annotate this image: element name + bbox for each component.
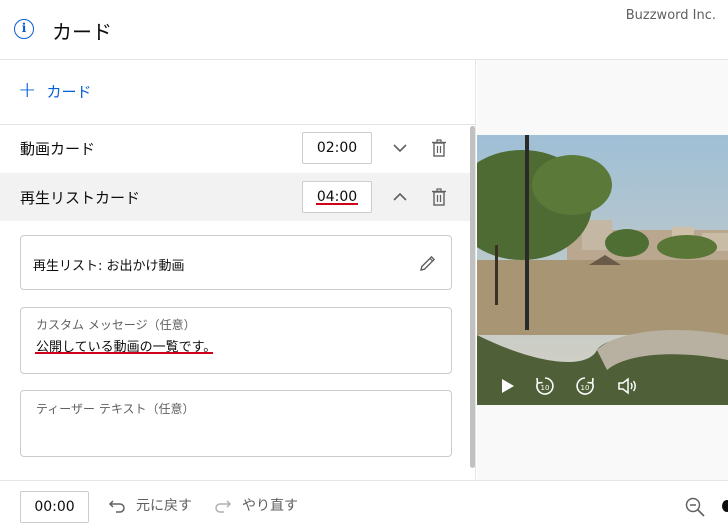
playlist-select-field[interactable]: 再生リスト: お出かけ動画 (20, 235, 452, 290)
teaser-text-placeholder: ティーザー テキスト（任意） (36, 402, 195, 416)
card-time-input[interactable]: 04:00 (302, 181, 372, 213)
undo-label: 元に戻す (136, 498, 192, 514)
chevron-down-icon[interactable] (390, 138, 410, 158)
video-preview[interactable] (477, 135, 728, 405)
redo-label: やり直す (242, 498, 298, 514)
play-icon[interactable] (495, 374, 519, 398)
watermark: Buzzword Inc. (625, 8, 716, 23)
footer-bar: 00:00 元に戻す やり直す (0, 480, 728, 530)
svg-text:10: 10 (541, 384, 550, 392)
playlist-label: 再生リスト: お出かけ動画 (33, 259, 185, 274)
volume-icon[interactable] (615, 374, 639, 398)
card-label: 動画カード (20, 139, 96, 158)
scrollbar[interactable] (470, 126, 475, 468)
card-row-playlist[interactable]: 再生リストカード 04:00 (0, 173, 472, 221)
svg-text:10: 10 (581, 384, 590, 392)
video-controls: 10 10 (477, 368, 728, 404)
pencil-icon[interactable] (417, 252, 439, 274)
rewind-10-icon[interactable]: 10 (533, 374, 557, 398)
card-label: 再生リストカード (20, 188, 141, 207)
redo-icon (215, 500, 232, 513)
delete-icon[interactable] (431, 139, 447, 157)
undo-icon (108, 500, 125, 513)
header-bar: i カード Buzzword Inc. (0, 0, 728, 60)
forward-10-icon[interactable]: 10 (573, 374, 597, 398)
plus-icon: + (18, 78, 37, 103)
highlight-underline (35, 352, 213, 354)
add-card-button[interactable]: + カード (18, 80, 91, 102)
zoom-out-icon[interactable] (684, 496, 706, 518)
redo-button[interactable]: やり直す (214, 495, 298, 515)
timeline-time-input[interactable]: 00:00 (20, 491, 89, 523)
card-time-input[interactable]: 02:00 (302, 132, 372, 164)
custom-message-placeholder: カスタム メッセージ（任意） (36, 318, 196, 332)
delete-icon[interactable] (431, 188, 447, 206)
add-card-label: カード (46, 82, 92, 101)
custom-message-field[interactable]: カスタム メッセージ（任意） 公開している動画の一覧です。 (20, 307, 452, 374)
info-icon[interactable]: i (14, 19, 34, 39)
highlight-underline (316, 203, 358, 205)
chevron-up-icon[interactable] (390, 187, 410, 207)
cards-panel: + カード 動画カード 02:00 再生リストカード 04:00 再生リスト: … (0, 60, 476, 480)
zoom-slider-handle[interactable] (722, 500, 728, 512)
teaser-text-field[interactable]: ティーザー テキスト（任意） (20, 390, 452, 457)
card-row-video[interactable]: 動画カード 02:00 (0, 124, 472, 172)
undo-button[interactable]: 元に戻す (108, 495, 192, 515)
page-title: カード (52, 20, 112, 44)
